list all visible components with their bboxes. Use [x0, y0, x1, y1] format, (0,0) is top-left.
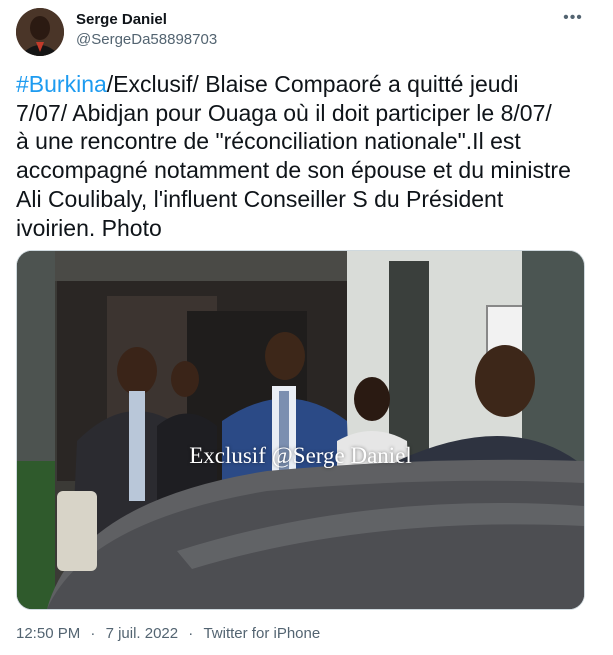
author-handle[interactable]: @SergeDa58898703 [76, 31, 217, 48]
tweet-card: Serge Daniel @SergeDa58898703 ••• #Burki… [0, 0, 613, 655]
tweet-source[interactable]: Twitter for iPhone [203, 625, 320, 642]
author-display-name[interactable]: Serge Daniel [76, 11, 167, 28]
photo-watermark: Exclusif @Serge Daniel [189, 443, 412, 468]
avatar-image [16, 8, 64, 56]
more-horizontal-icon: ••• [563, 9, 583, 26]
tweet-photo[interactable]: Exclusif @Serge Daniel [16, 250, 585, 610]
tweet-metadata: 12:50 PM · 7 juil. 2022 · Twitter for iP… [16, 625, 320, 642]
tweet-time[interactable]: 12:50 PM [16, 625, 80, 642]
tweet-date[interactable]: 7 juil. 2022 [106, 625, 179, 642]
photo-image [17, 251, 584, 609]
avatar[interactable] [16, 8, 64, 56]
tweet-text: #Burkina/Exclusif/ Blaise Compaoré a qui… [16, 70, 591, 242]
more-options-button[interactable]: ••• [561, 10, 585, 26]
hashtag-link[interactable]: #Burkina [16, 71, 107, 97]
